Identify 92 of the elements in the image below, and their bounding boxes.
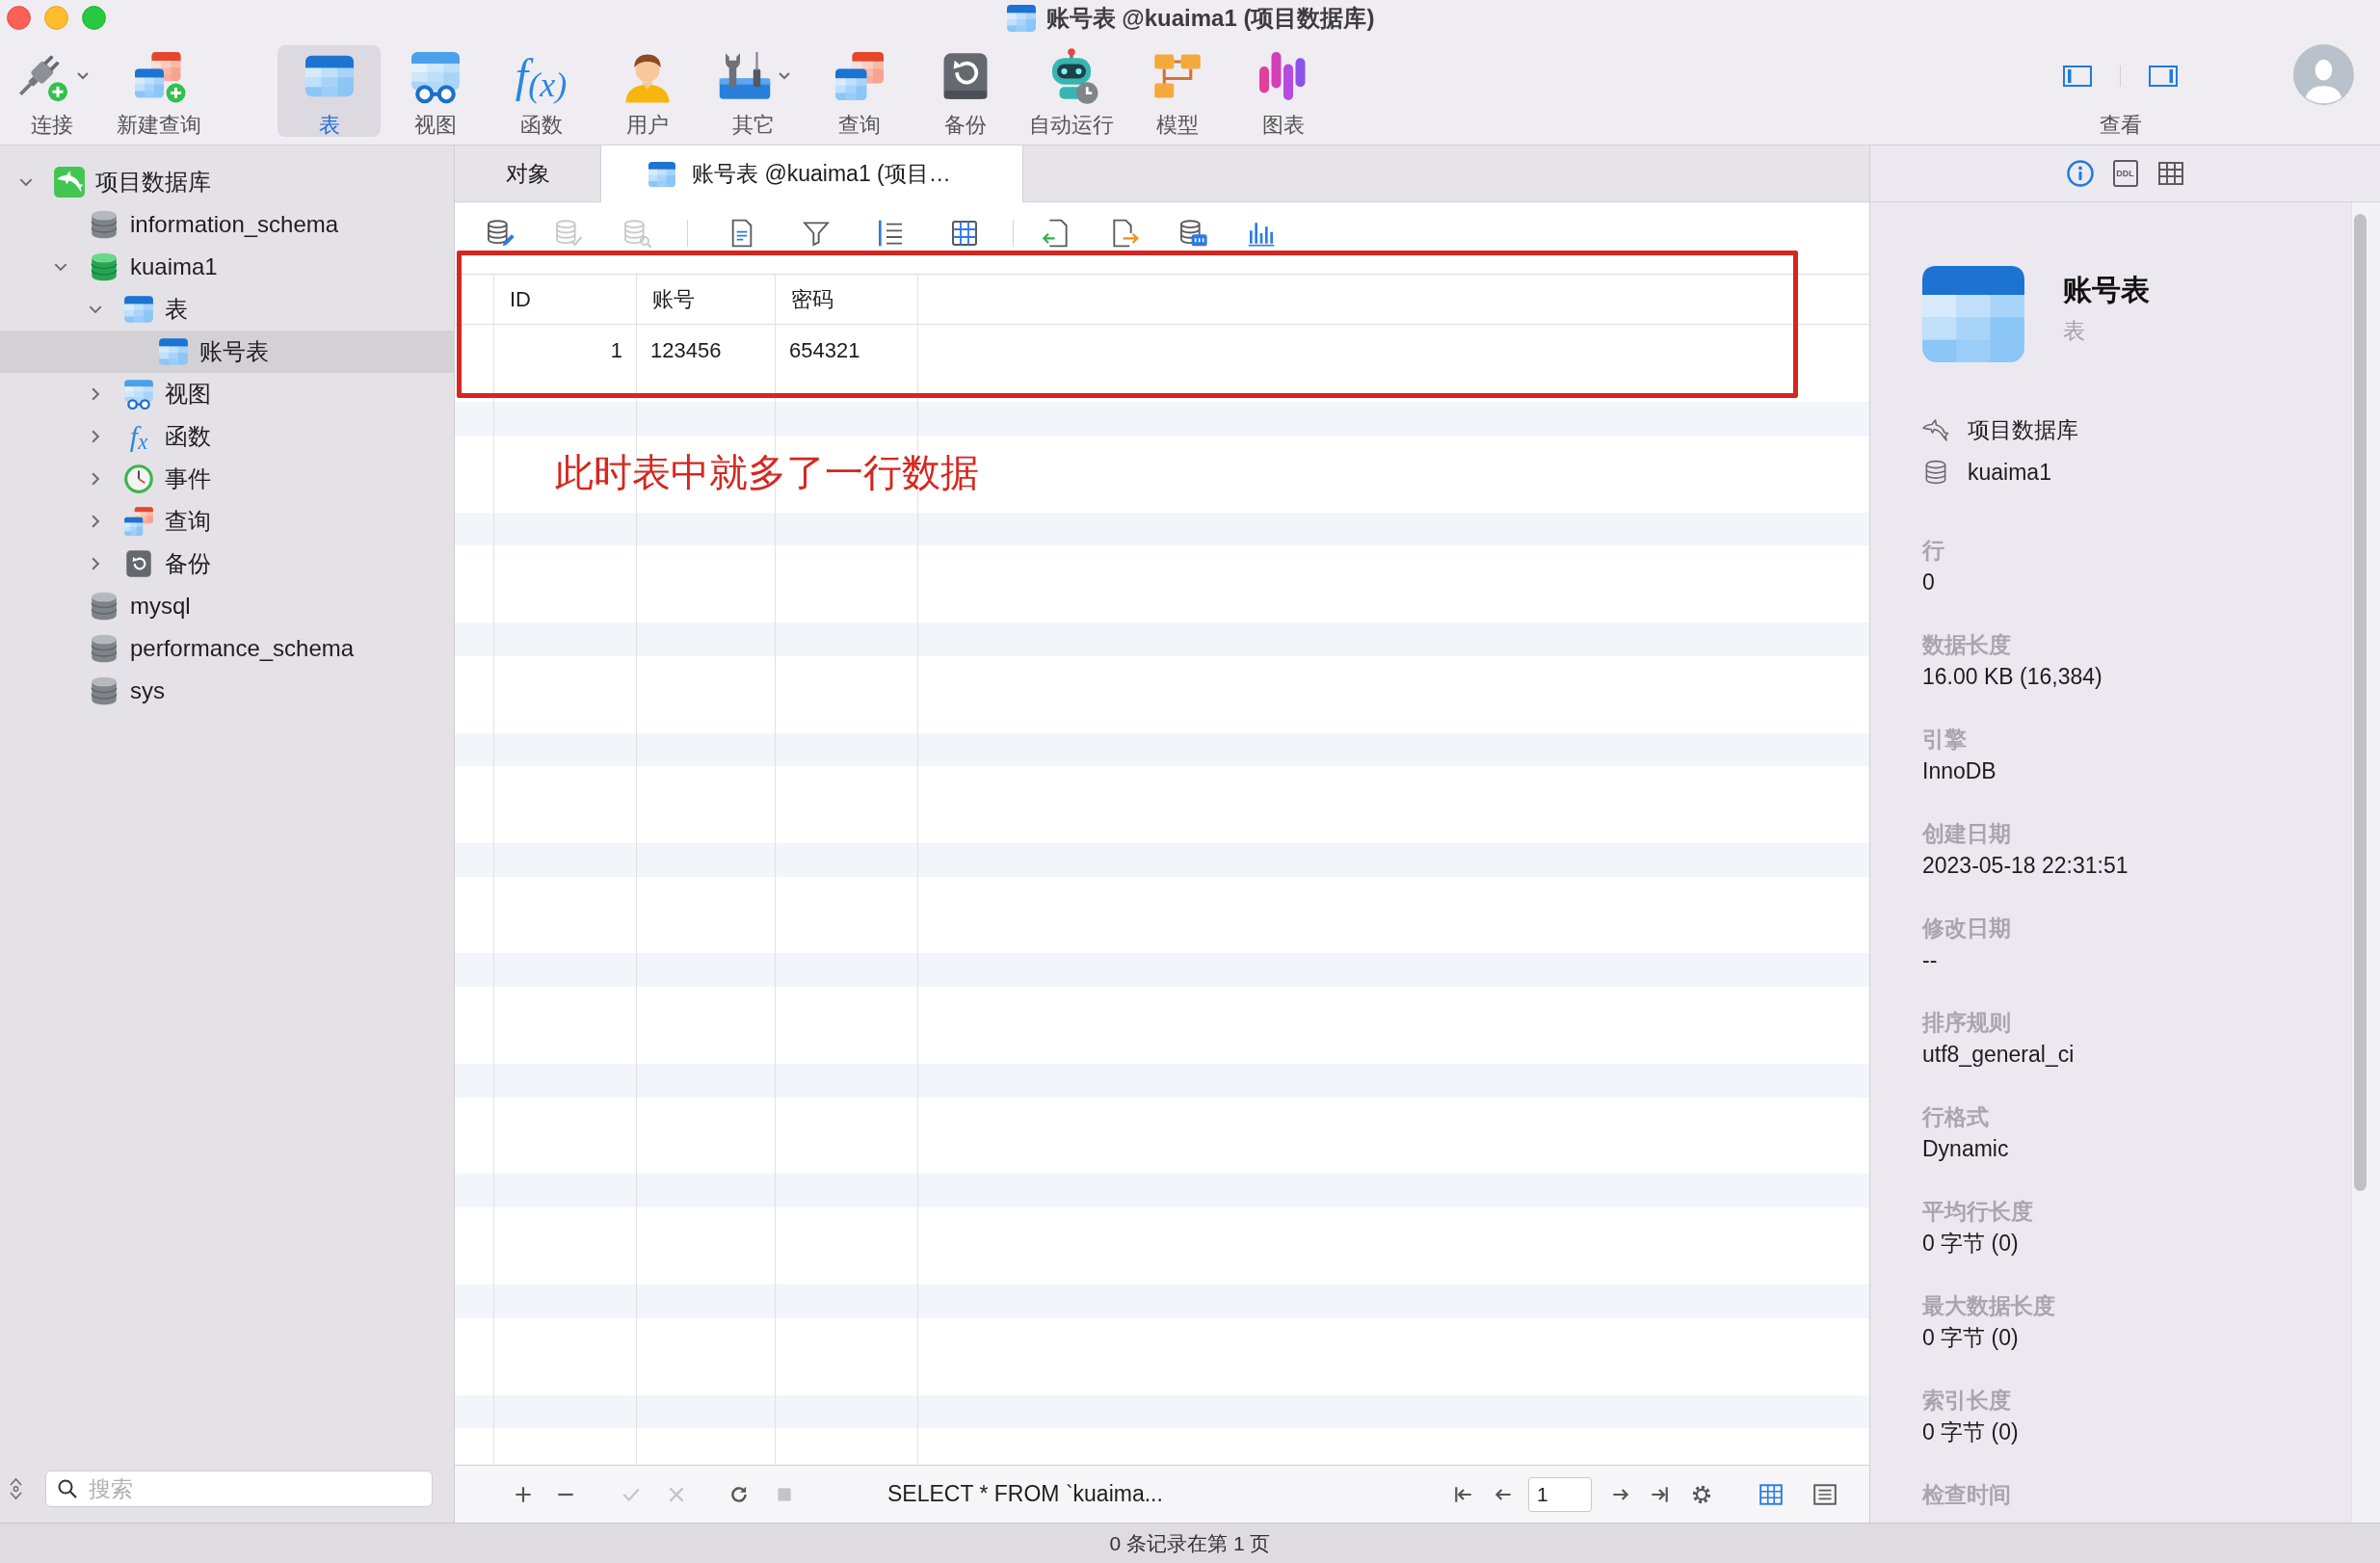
zoom-icon[interactable] (82, 6, 106, 31)
field-value: 0 (1922, 569, 1936, 596)
page-field[interactable]: 1 (1528, 1476, 1592, 1512)
table-icon (1922, 266, 2024, 362)
toolbar-button[interactable]: 自动运行 (1019, 44, 1123, 137)
database-badge-icon[interactable] (1177, 218, 1208, 249)
table-glasses-icon (122, 378, 155, 411)
tree-item[interactable]: 表 (0, 288, 454, 331)
toolbar-button[interactable]: 用户 (595, 44, 699, 137)
field-value: 2023-05-18 22:31:51 (1922, 852, 2129, 880)
clock-icon (122, 463, 155, 495)
field-value: 0 字节 (0) (1922, 1324, 2020, 1352)
toolbar-button[interactable]: 备份 (913, 44, 1017, 137)
field-label: 平均行长度 (1922, 1198, 2034, 1226)
stacked-tables-icon (122, 505, 155, 538)
search-field[interactable]: 搜索 (45, 1470, 433, 1507)
window-title: 账号表 @kuaima1 (项目数据库) (1045, 3, 1375, 33)
table-cell: 123456 (637, 325, 776, 375)
tree-item[interactable]: 视图 (0, 373, 454, 415)
tree-item[interactable]: 账号表 (0, 331, 454, 373)
field-value: 0 字节 (0) (1922, 1230, 2020, 1258)
table-name: 账号表 (2063, 273, 2150, 307)
tree-item[interactable]: kuaima1 (0, 246, 454, 288)
tab[interactable]: 账号表 @kuaima1 (项目… (601, 146, 1023, 202)
tab[interactable]: 对象 (455, 146, 601, 202)
field-label: 排序规则 (1922, 1009, 2012, 1037)
dolphin-icon (1922, 416, 1949, 443)
table-icon (1005, 3, 1037, 33)
field-value: utf8_general_ci (1922, 1041, 2076, 1069)
toolbar-button[interactable]: 模型 (1125, 44, 1229, 137)
tree-item[interactable]: mysql (0, 585, 454, 627)
table-type: 表 (2063, 317, 2086, 345)
function-icon: f$_{x}$ (122, 420, 155, 453)
dolphin-icon (53, 166, 86, 199)
toolbar-button[interactable]: 其它 (701, 44, 805, 137)
field-label: 检查时间 (1922, 1481, 2012, 1509)
tree-item[interactable]: sys (0, 670, 454, 712)
tree-item[interactable]: 查询 (0, 500, 454, 543)
toolbar-button[interactable]: 新建查询 (107, 44, 210, 137)
field-value: InnoDB (1922, 757, 1997, 785)
tree-item[interactable]: f$_{x}$ 函数 (0, 415, 454, 458)
field-label: 最大数据长度 (1922, 1292, 2056, 1320)
field-label: 数据长度 (1922, 631, 2012, 659)
form-view-icon[interactable] (1812, 1481, 1838, 1507)
function-icon: f$_{(x)}$ (512, 46, 570, 105)
tree-item[interactable]: information_schema (0, 203, 454, 246)
toolbar-button[interactable]: 视图 (383, 44, 487, 137)
close-icon[interactable] (7, 6, 31, 31)
column-header[interactable]: 密码 (776, 275, 918, 324)
table-cell: 1 (494, 325, 637, 375)
info-icon[interactable] (2066, 160, 2094, 187)
right-panel-icon[interactable] (2149, 65, 2178, 87)
connection-name: 项目数据库 (1968, 415, 2078, 444)
field-label: 行格式 (1922, 1103, 1990, 1131)
sql-query-text: SELECT * FROM `kuaima... (887, 1480, 1163, 1509)
field-label: 引擎 (1922, 726, 1968, 754)
settings-icon[interactable] (1691, 1483, 1712, 1505)
scrollbar-thumb[interactable] (2354, 214, 2367, 1191)
tree-item[interactable]: performance_schema (0, 627, 454, 670)
field-label: 创建日期 (1922, 820, 2012, 848)
tree-item[interactable]: 事件 (0, 458, 454, 500)
field-label: 行 (1922, 537, 1945, 565)
column-header[interactable]: ID (494, 275, 637, 324)
field-value: 16.00 KB (16,384) (1922, 663, 2103, 691)
tree-item[interactable]: 项目数据库 (0, 161, 454, 203)
status-text: 0 条记录在第 1 页 (1109, 1530, 1271, 1556)
table-cell: 654321 (776, 325, 918, 375)
annotation-text: 此时表中就多了一行数据 (555, 450, 979, 495)
field-label: 修改日期 (1922, 914, 2012, 942)
toolbar-button[interactable]: f$_{(x)}$ 函数 (489, 44, 593, 137)
tree-item[interactable]: 备份 (0, 543, 454, 585)
grid-view-icon[interactable] (1759, 1481, 1784, 1507)
up-down-arrows-icon[interactable] (9, 1477, 23, 1500)
search-icon (57, 1478, 78, 1499)
table-icon (157, 335, 190, 368)
toolbar-button[interactable]: 连接 (0, 44, 103, 137)
columns-icon[interactable] (2156, 160, 2184, 187)
field-value: Dynamic (1922, 1135, 2010, 1163)
ddl-tab[interactable]: DDL (2112, 160, 2138, 187)
field-value: -- (1922, 946, 1939, 974)
left-panel-icon[interactable] (2063, 65, 2092, 87)
toolbar-button[interactable]: 查询 (807, 44, 911, 137)
toolbar-button[interactable]: 图表 (1231, 44, 1335, 137)
database-pencil-icon[interactable] (485, 218, 516, 249)
grid-icon[interactable] (949, 218, 980, 249)
field-label: 索引长度 (1922, 1387, 2012, 1415)
table-icon (122, 293, 155, 326)
field-value: 0 字节 (0) (1922, 1418, 2020, 1446)
column-header[interactable]: 账号 (637, 275, 776, 324)
database-name: kuaima1 (1968, 458, 2051, 487)
table-icon (648, 160, 676, 188)
view-label: 查看 (2099, 113, 2142, 137)
